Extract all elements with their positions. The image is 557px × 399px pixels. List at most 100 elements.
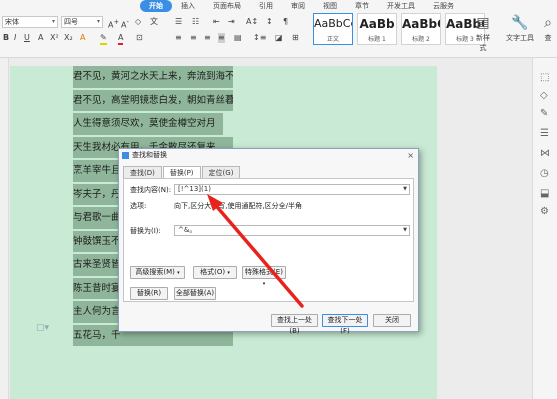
bullet-list-icon[interactable]: ☰: [175, 17, 182, 27]
select-icon[interactable]: ⬚: [540, 72, 549, 83]
chinese-layout-icon[interactable]: A↕: [246, 17, 258, 27]
wrench-icon: 🔧: [511, 15, 529, 31]
special-format-label: 特殊格式(E): [245, 268, 283, 276]
chevron-down-icon[interactable]: ▼: [403, 185, 407, 194]
align-center-icon[interactable]: ≡: [190, 33, 197, 43]
format-label: 格式(O): [200, 268, 226, 276]
history-icon[interactable]: ◷: [540, 168, 549, 179]
superscript-icon[interactable]: X²: [50, 33, 59, 43]
char-border-icon[interactable]: ⊡: [136, 33, 143, 43]
tab-insert[interactable]: 插入: [172, 0, 204, 12]
settings-icon[interactable]: ⚙: [540, 206, 549, 217]
poem-line: 君不见，黄河之水天上来，奔流到海不复回: [73, 66, 233, 88]
bookmark-icon[interactable]: ⬓: [540, 188, 549, 199]
find-replace-dialog: 查找和替换 × 查找(D) 替换(P) 定位(G) 查找内容(N): [!^13…: [118, 148, 419, 335]
sort-icon[interactable]: ↕: [266, 17, 273, 27]
align-right-icon[interactable]: ≡: [204, 33, 211, 43]
chevron-down-icon: ▾: [177, 270, 180, 276]
advanced-search-button[interactable]: 高级搜索(M) ▾: [130, 266, 185, 279]
new-style-label: 新样式: [476, 34, 490, 52]
find-what-value: [!^13](1): [178, 185, 211, 193]
tab-find[interactable]: 查找(D): [123, 166, 162, 178]
italic-icon[interactable]: I: [14, 33, 16, 43]
justify-icon[interactable]: ≡: [218, 33, 225, 43]
tab-start[interactable]: 开始: [140, 0, 172, 12]
highlight-icon[interactable]: ✎: [100, 33, 107, 45]
tab-references[interactable]: 引用: [250, 0, 282, 12]
tab-cloud[interactable]: 云服务: [424, 0, 463, 12]
find-what-input[interactable]: [!^13](1) ▼: [174, 184, 410, 195]
font-name-select[interactable]: 宋体 ▾: [2, 16, 58, 28]
text-effect-icon[interactable]: A: [80, 33, 85, 43]
tab-view[interactable]: 视图: [314, 0, 346, 12]
options-label: 选项:: [130, 202, 147, 210]
style-heading-2[interactable]: AaBbC 标题 2: [401, 13, 441, 45]
special-format-button[interactable]: 特殊格式(E) ▾: [242, 266, 286, 287]
style-heading-1[interactable]: AaBb 标题 1: [357, 13, 397, 45]
replace-all-button[interactable]: 全部替换(A): [174, 287, 216, 300]
subscript-icon[interactable]: X₂: [64, 33, 73, 43]
app-icon: [122, 152, 129, 159]
style-preview: AaBbCcI: [314, 17, 352, 30]
align-left-icon[interactable]: ≡: [175, 33, 182, 43]
replace-with-value: ^&。: [178, 226, 197, 234]
search-icon: ⌕: [544, 15, 552, 31]
grow-font-icon[interactable]: A+: [108, 17, 119, 31]
find-replace-button[interactable]: ⌕ 查: [541, 13, 555, 43]
new-style-icon: ▤: [476, 15, 490, 31]
shrink-font-icon[interactable]: A-: [121, 17, 129, 31]
number-list-icon[interactable]: ☷: [192, 17, 199, 27]
font-size-value: 四号: [64, 18, 78, 26]
chevron-down-icon[interactable]: ▼: [403, 226, 407, 235]
find-label: 查: [544, 34, 552, 42]
replace-panel: 查找内容(N): [!^13](1) ▼ 选项: 向下,区分大小写,使用通配符,…: [123, 178, 414, 302]
font-name-value: 宋体: [5, 18, 19, 26]
distributed-icon[interactable]: ▤: [234, 33, 242, 43]
share-icon[interactable]: ⋈: [540, 148, 550, 159]
vertical-ruler: [0, 58, 9, 399]
poem-line: 君不见，高堂明镜悲白发，朝如青丝暮成雪: [73, 89, 233, 111]
chevron-down-icon: ▾: [227, 270, 230, 276]
tab-page-layout[interactable]: 页面布局: [204, 0, 250, 12]
tab-chapter[interactable]: 章节: [346, 0, 378, 12]
decrease-indent-icon[interactable]: ⇤: [213, 17, 220, 27]
text-tools-button[interactable]: 🔧 文字工具: [505, 13, 535, 43]
increase-indent-icon[interactable]: ⇥: [228, 17, 235, 27]
style-label: 正文: [326, 36, 339, 43]
replace-with-label: 替换为(I):: [130, 227, 161, 235]
underline-icon[interactable]: U: [24, 33, 30, 43]
font-color-icon[interactable]: A: [118, 33, 124, 45]
line-spacing-icon[interactable]: ↕≡: [253, 33, 266, 43]
tab-review[interactable]: 审阅: [282, 0, 314, 12]
paragraph-marker-icon[interactable]: ▢▾: [36, 323, 49, 333]
shape-icon[interactable]: ◇: [540, 90, 548, 101]
find-next-button[interactable]: 查找下一处(F): [322, 314, 368, 335]
replace-button[interactable]: 替换(R): [130, 287, 168, 300]
style-preview: AaBb: [359, 17, 395, 31]
borders-icon[interactable]: ⊞: [292, 33, 299, 43]
dialog-titlebar[interactable]: 查找和替换 ×: [119, 149, 418, 162]
clear-format-icon[interactable]: ◇: [135, 17, 141, 27]
poem-line: 人生得意须尽欢，莫使金樽空对月: [73, 113, 223, 135]
font-size-select[interactable]: 四号 ▾: [61, 16, 103, 28]
close-icon[interactable]: ×: [407, 149, 414, 162]
navigation-icon[interactable]: ☰: [540, 128, 549, 139]
tab-developer[interactable]: 开发工具: [378, 0, 424, 12]
find-previous-button[interactable]: 查找上一处(B): [271, 314, 318, 335]
strikethrough-icon[interactable]: A: [38, 33, 43, 43]
tab-replace[interactable]: 替换(P): [162, 166, 201, 178]
style-normal[interactable]: AaBbCcI 正文: [313, 13, 353, 45]
shading-icon[interactable]: ◪: [275, 33, 283, 43]
tab-goto[interactable]: 定位(G): [201, 166, 241, 178]
dialog-tabs: 查找(D) 替换(P) 定位(G): [123, 166, 241, 178]
bold-icon[interactable]: B: [3, 33, 9, 43]
format-button[interactable]: 格式(O) ▾: [193, 266, 237, 279]
replace-with-input[interactable]: ^&。 ▼: [174, 225, 410, 236]
phonetic-icon[interactable]: 文: [150, 17, 158, 27]
close-button[interactable]: 关闭: [373, 314, 411, 327]
show-marks-icon[interactable]: ¶: [283, 17, 288, 27]
ribbon-tabs: 开始 插入 页面布局 引用 审阅 视图 章节 开发工具 云服务: [140, 0, 463, 12]
new-style-button[interactable]: ▤ 新样式: [473, 13, 493, 53]
style-icon[interactable]: ✎: [540, 108, 548, 119]
style-label: 标题 1: [368, 36, 386, 43]
